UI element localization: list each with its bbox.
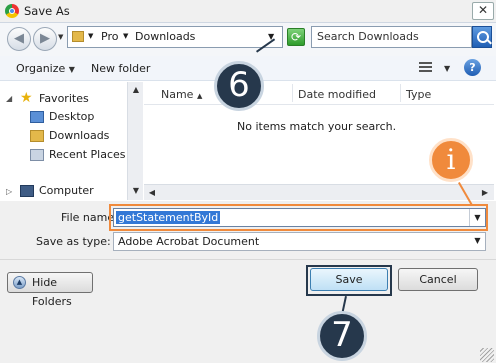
new-folder-button[interactable]: New folder	[91, 62, 150, 75]
folder-icon	[72, 31, 84, 42]
chrome-app-icon	[5, 4, 19, 18]
cancel-button[interactable]: Cancel	[398, 268, 478, 291]
sidebar-favorites-label: Favorites	[39, 92, 89, 105]
organize-label: Organize	[16, 62, 66, 75]
scroll-right-icon[interactable]: ▶	[477, 185, 493, 201]
refresh-button[interactable]: ⟳	[287, 28, 305, 46]
recent-places-icon	[30, 149, 44, 161]
search-icon	[477, 31, 489, 43]
window-title: Save As	[24, 4, 70, 18]
column-type[interactable]: Type	[406, 88, 431, 101]
column-separator[interactable]	[400, 84, 401, 102]
step-7-badge: 7	[317, 311, 367, 361]
scroll-up-icon[interactable]: ▲	[128, 82, 144, 98]
file-name-highlight-frame	[109, 204, 488, 231]
back-button[interactable]: ◀	[7, 27, 31, 51]
column-separator[interactable]	[292, 84, 293, 102]
forward-button[interactable]: ▶	[33, 27, 57, 51]
sidebar-computer-label: Computer	[39, 184, 94, 197]
save-button[interactable]: Save	[310, 268, 388, 291]
sort-ascending-icon: ▲	[196, 92, 203, 100]
sidebar-scrollbar[interactable]: ▲ ▼	[127, 82, 143, 200]
breadcrumb-item-downloads[interactable]: Downloads	[135, 30, 195, 43]
help-icon[interactable]: ?	[464, 59, 481, 76]
scroll-left-icon[interactable]: ◀	[144, 185, 160, 201]
hide-folders-button[interactable]: ▲ Hide Folders	[7, 272, 93, 308]
close-button[interactable]: ✕	[472, 2, 494, 20]
recent-locations-dropdown[interactable]: ▼	[58, 33, 63, 41]
view-chevron-icon[interactable]: ▼	[444, 64, 450, 73]
favorites-collapse-icon[interactable]: ◢	[6, 94, 12, 103]
save-as-type-value: Adobe Acrobat Document	[118, 235, 260, 248]
computer-expand-icon[interactable]: ▷	[6, 187, 12, 196]
save-as-type-select[interactable]: Adobe Acrobat Document ▼	[113, 232, 486, 251]
organize-button[interactable]: Organize ▼	[16, 62, 75, 75]
collapse-icon: ▲	[13, 276, 26, 289]
breadcrumb-chevron-icon[interactable]: ▼	[123, 32, 128, 40]
save-as-type-dropdown-icon[interactable]: ▼	[470, 233, 485, 248]
scroll-down-icon[interactable]: ▼	[128, 183, 144, 199]
address-bar[interactable]: ▼ Pro ▼ Downloads ▼	[67, 26, 283, 48]
desktop-icon	[30, 111, 44, 123]
step-6-badge: 6	[214, 61, 264, 111]
breadcrumb-root-chevron-icon[interactable]: ▼	[88, 32, 93, 40]
breadcrumb-item-pro[interactable]: Pro	[101, 30, 118, 43]
column-name[interactable]: Name ▲	[161, 88, 202, 101]
save-as-type-label: Save as type:	[36, 235, 111, 248]
column-name-label: Name	[161, 88, 194, 101]
title-bar	[0, 0, 496, 23]
search-input[interactable]: Search Downloads	[311, 26, 472, 48]
search-button[interactable]	[472, 26, 492, 48]
view-options-icon[interactable]	[419, 62, 432, 72]
organize-chevron-icon: ▼	[68, 65, 75, 74]
column-date-modified[interactable]: Date modified	[298, 88, 376, 101]
form-divider	[0, 259, 496, 260]
downloads-folder-icon	[30, 130, 44, 142]
sidebar-item-label: Desktop	[49, 110, 95, 123]
sidebar-item-label: Downloads	[49, 129, 110, 142]
sidebar-item-label: Recent Places	[49, 148, 126, 161]
file-list-scrollbar[interactable]: ◀ ▶	[144, 184, 494, 200]
empty-list-message: No items match your search.	[237, 120, 397, 133]
info-badge: i	[429, 138, 473, 182]
star-icon: ★	[20, 90, 33, 106]
computer-icon	[20, 185, 34, 197]
resize-grip-icon[interactable]	[480, 348, 494, 362]
hide-folders-label: Hide Folders	[32, 276, 72, 308]
